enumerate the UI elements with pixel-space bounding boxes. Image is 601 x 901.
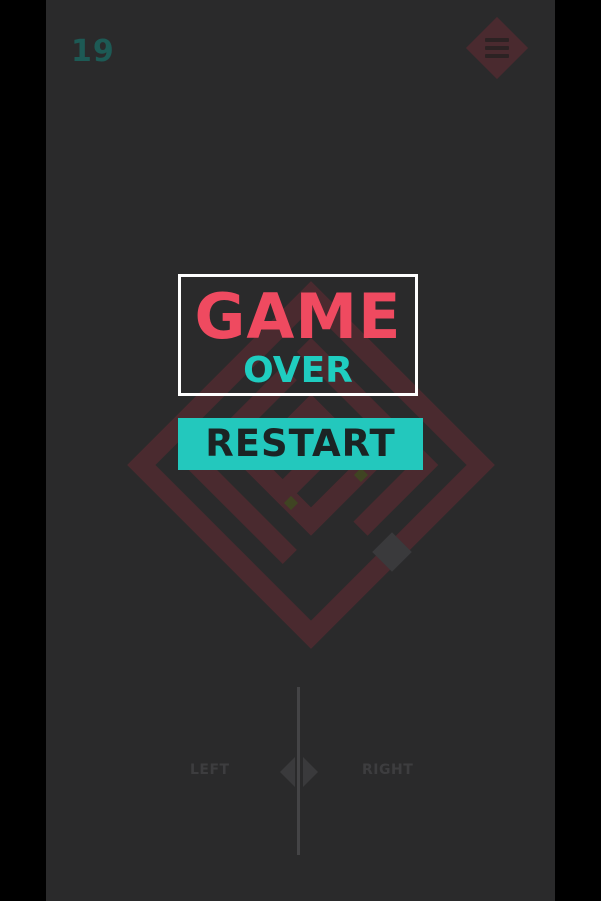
left-control-label[interactable]: LEFT xyxy=(190,762,230,778)
game-over-subtitle: OVER xyxy=(243,350,353,391)
game-screen: 19 GAME OVER RESTART LEFT RIGHT xyxy=(46,0,555,901)
right-control-label[interactable]: RIGHT xyxy=(362,762,413,778)
restart-button[interactable]: RESTART xyxy=(178,418,423,470)
game-over-title: GAME xyxy=(194,280,402,353)
score-counter: 19 xyxy=(71,34,115,69)
menu-button[interactable] xyxy=(465,16,529,80)
game-over-panel: GAME OVER xyxy=(178,274,418,396)
left-right-arrows-icon xyxy=(280,757,318,787)
